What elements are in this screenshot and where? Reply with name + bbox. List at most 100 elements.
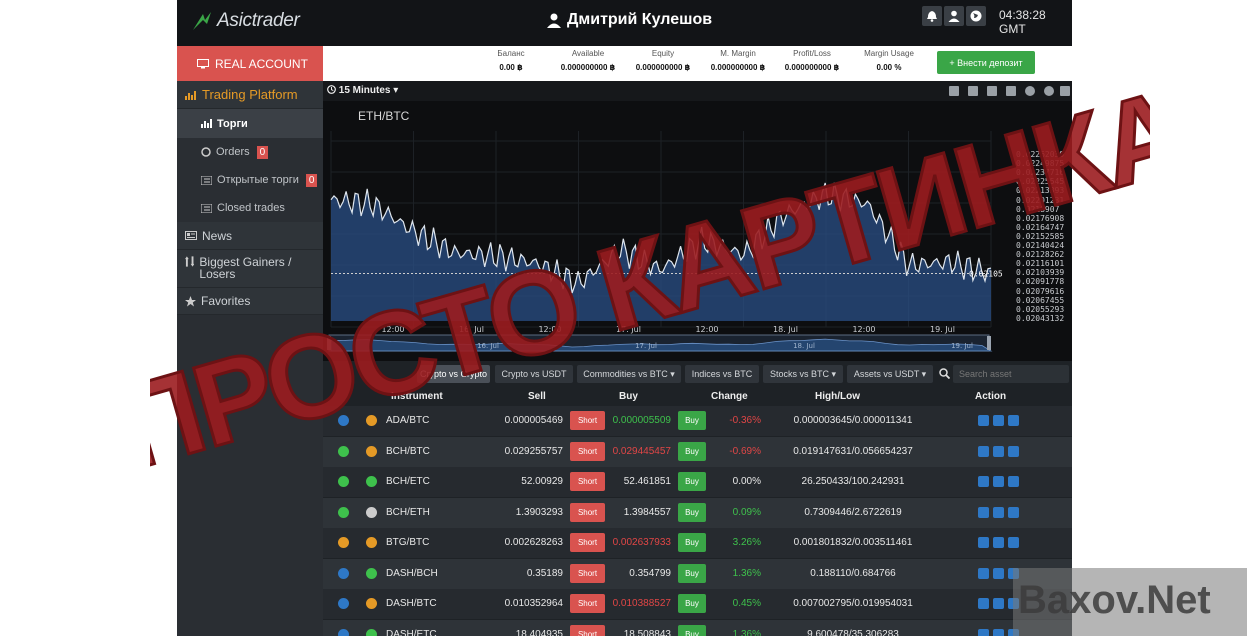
instrument-name: DASH/BTC bbox=[386, 598, 437, 609]
sidebar-item-trades[interactable]: Торги bbox=[177, 109, 323, 138]
bell-icon[interactable] bbox=[993, 567, 1004, 579]
search-icon bbox=[939, 368, 950, 379]
area-chart-icon[interactable] bbox=[949, 86, 959, 96]
price-tick-label: 0.02237716 bbox=[1016, 168, 1065, 178]
bell-icon[interactable] bbox=[993, 476, 1004, 487]
bell-icon[interactable] bbox=[993, 445, 1004, 457]
deposit-button[interactable]: + Внести депозит bbox=[937, 51, 1035, 74]
tab-assets-vs-usdt[interactable]: Assets vs USDT ▾ bbox=[847, 365, 933, 383]
globe-icon[interactable] bbox=[966, 6, 986, 26]
user-name-label: Дмитрий Кулешов bbox=[567, 11, 713, 28]
buy-price: 0.354799 bbox=[629, 567, 671, 579]
price-chart[interactable]: 15 Minutes ▾ ETH/BTC 0.02105 12:00 16. Ju… bbox=[323, 81, 1072, 361]
navigator-label: 17. Jul bbox=[635, 342, 657, 350]
tab-crypto-vs-usdt[interactable]: Crypto vs USDT bbox=[495, 365, 573, 383]
table-row[interactable]: BCH/ETC 52.00929 Short 52.461851 Buy 0.00% 26.… bbox=[323, 467, 1072, 497]
sidebar-item-favorites[interactable]: Favorites bbox=[177, 288, 323, 315]
buy-button[interactable]: Buy bbox=[678, 472, 706, 491]
table-row[interactable]: BTG/BTC 0.002628263 Short 0.002637933 Buy 3.2… bbox=[323, 528, 1072, 558]
price-tick-label: 0.02249875 bbox=[1016, 159, 1065, 169]
coin-icon bbox=[366, 506, 377, 518]
buy-button[interactable]: Buy bbox=[678, 502, 706, 522]
search-input[interactable]: Search asset bbox=[953, 365, 1069, 383]
sidebar-item-orders[interactable]: Orders 0 bbox=[177, 138, 323, 166]
real-account-button[interactable]: REAL ACCOUNT bbox=[177, 46, 323, 81]
candlestick-icon[interactable] bbox=[987, 86, 997, 96]
info-icon[interactable] bbox=[978, 415, 989, 426]
info-icon[interactable] bbox=[978, 445, 989, 457]
fullscreen-icon[interactable] bbox=[1060, 86, 1070, 96]
high-low-value: 26.250433/100.242931 bbox=[801, 476, 905, 487]
user-name[interactable]: Дмитрий Кулешов bbox=[547, 11, 712, 29]
sidebar-item-news[interactable]: News bbox=[177, 222, 323, 250]
sidebar-item-gainers[interactable]: Biggest Gainers / Losers bbox=[177, 250, 323, 288]
bell-icon[interactable] bbox=[993, 506, 1004, 518]
bell-icon[interactable] bbox=[993, 598, 1004, 609]
buy-button[interactable]: Buy bbox=[678, 533, 706, 552]
bell-icon[interactable] bbox=[993, 628, 1004, 636]
col-change: Change bbox=[711, 391, 748, 402]
price-tick-label: 0.02079616 bbox=[1016, 286, 1065, 296]
coin-icon bbox=[366, 476, 377, 487]
coin-icon bbox=[338, 476, 349, 487]
table-row[interactable]: BCH/ETH 1.3903293 Short 1.3984557 Buy 0.09% 0.… bbox=[323, 497, 1072, 528]
price-tick-label: 0.02164747 bbox=[1016, 222, 1065, 232]
coin-icon bbox=[338, 415, 349, 426]
table-row[interactable]: DASH/BCH 0.35189 Short 0.354799 Buy 1.36% 0.18… bbox=[323, 558, 1072, 589]
list-icon bbox=[201, 203, 212, 213]
buy-button[interactable]: Buy bbox=[678, 563, 706, 583]
line-chart-icon[interactable] bbox=[968, 86, 978, 96]
coin-icon bbox=[338, 445, 349, 457]
bell-icon[interactable] bbox=[993, 415, 1004, 426]
sidebar-item-closed-trades[interactable]: Closed trades bbox=[177, 194, 323, 222]
buy-button[interactable]: Buy bbox=[678, 624, 706, 636]
contrast-icon[interactable] bbox=[1025, 86, 1035, 96]
tab-crypto-vs-crypto[interactable]: Crypto vs Crypto bbox=[417, 365, 490, 383]
buy-price: 0.029445457 bbox=[612, 445, 671, 457]
change-value: -0.36% bbox=[729, 415, 761, 426]
tab-stocks-vs-btc[interactable]: Stocks vs BTC ▾ bbox=[763, 365, 843, 383]
price-tick-label: 0.02055293 bbox=[1016, 304, 1065, 314]
star-icon[interactable] bbox=[1008, 476, 1019, 487]
table-row[interactable]: DASH/ETC 18.404935 Short 18.508843 Buy 1.36% 9… bbox=[323, 619, 1072, 636]
price-tick-label: 0.02262039 bbox=[1016, 150, 1065, 159]
table-row[interactable]: BCH/BTC 0.029255757 Short 0.029445457 Buy -0.… bbox=[323, 436, 1072, 467]
bar-chart-icon[interactable] bbox=[1006, 86, 1016, 96]
table-row[interactable]: ADA/BTC 0.000005469 Short 0.000005509 Buy -0.… bbox=[323, 406, 1072, 436]
change-value: 0.00% bbox=[732, 476, 761, 487]
navigator-label: 16. Jul bbox=[477, 342, 499, 350]
buy-button[interactable]: Buy bbox=[678, 594, 706, 613]
logo-text: Asictrader bbox=[217, 10, 300, 31]
info-icon[interactable] bbox=[978, 628, 989, 636]
star-icon[interactable] bbox=[1008, 415, 1019, 426]
tab-indices-vs-btc[interactable]: Indices vs BTC bbox=[685, 365, 759, 383]
info-icon[interactable] bbox=[978, 598, 989, 609]
stat-margin: M. Margin 0.000000000 ฿ bbox=[710, 49, 766, 72]
x-axis-label: 17. Jul bbox=[616, 325, 641, 334]
sell-price: 18.404935 bbox=[515, 628, 563, 636]
info-icon[interactable] bbox=[978, 567, 989, 579]
buy-button[interactable]: Buy bbox=[678, 411, 706, 430]
star-icon[interactable] bbox=[1008, 537, 1019, 548]
tab-commodities-vs-btc[interactable]: Commodities vs BTC ▾ bbox=[577, 365, 681, 383]
bell-icon[interactable] bbox=[993, 537, 1004, 548]
buy-price: 0.000005509 bbox=[612, 415, 671, 426]
sidebar-item-label: Biggest Gainers / Losers bbox=[199, 255, 292, 281]
info-icon[interactable] bbox=[978, 506, 989, 518]
sidebar-item-open-trades[interactable]: Открытые торги 0 bbox=[177, 166, 323, 194]
asset-filter-tabs: Crypto vs Crypto Crypto vs USDT Commodit… bbox=[323, 362, 1072, 386]
info-icon[interactable] bbox=[978, 476, 989, 487]
change-value: 3.26% bbox=[732, 537, 761, 548]
bell-icon[interactable] bbox=[922, 6, 942, 26]
star-icon[interactable] bbox=[1008, 445, 1019, 457]
gear-icon[interactable] bbox=[1044, 86, 1054, 96]
timeframe-select[interactable]: 15 Minutes ▾ bbox=[327, 85, 398, 96]
sidebar-item-trading-platform[interactable]: Trading Platform bbox=[177, 81, 323, 109]
table-row[interactable]: DASH/BTC 0.010352964 Short 0.010388527 Buy 0.… bbox=[323, 589, 1072, 619]
buy-button[interactable]: Buy bbox=[678, 441, 706, 461]
info-icon[interactable] bbox=[978, 537, 989, 548]
profile-icon[interactable] bbox=[944, 6, 964, 26]
star-icon[interactable] bbox=[1008, 506, 1019, 518]
logo[interactable]: Asictrader bbox=[191, 6, 300, 36]
coin-icon bbox=[338, 628, 349, 636]
